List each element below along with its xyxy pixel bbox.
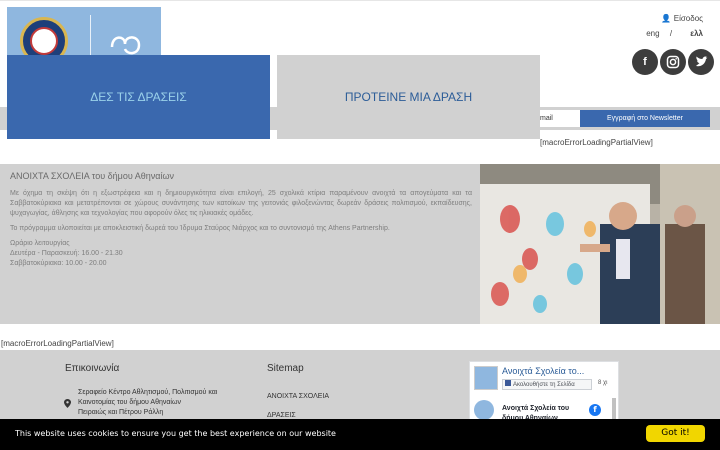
cookie-accept-button[interactable]: Got it! xyxy=(646,425,705,442)
intro-paragraph-2: Το πρόγραμμα υλοποιείται με αποκλειστική… xyxy=(10,225,390,232)
facebook-icon[interactable]: f xyxy=(632,49,658,75)
login-label: Είσοδος xyxy=(673,14,703,23)
fb-follow-button[interactable]: Ακολουθήστε τη Σελίδα xyxy=(502,379,592,390)
hours-title: Ωράριο λειτουργίας xyxy=(10,240,70,247)
cookie-banner: This website uses cookies to ensure you … xyxy=(0,419,720,450)
lang-eng-link[interactable]: eng xyxy=(646,29,659,38)
user-area: 👤 Είσοδος eng / ελλ xyxy=(646,14,703,38)
facebook-page-widget[interactable]: Ανοιχτά Σχολεία το... Ακολουθήστε τη Σελ… xyxy=(469,361,619,425)
twitter-icon[interactable] xyxy=(688,49,714,75)
macro-error-text-2: [macroErrorLoadingPartialView] xyxy=(1,339,114,348)
address: Σεραφείο Κέντρο Αθλητισμού, Πολιτισμού κ… xyxy=(78,388,217,418)
hero-photo xyxy=(480,164,720,324)
sitemap-title: Sitemap xyxy=(267,363,304,374)
instagram-icon[interactable] xyxy=(660,49,686,75)
fb-small-icon xyxy=(505,380,511,386)
login-link[interactable]: 👤 Είσοδος xyxy=(646,14,703,23)
address-line: Σεραφείο Κέντρο Αθλητισμού, Πολιτισμού κ… xyxy=(78,389,218,396)
intro-paragraph-1: Με όχημα τη σκέψη ότι η εξωστρέφεια και … xyxy=(10,190,472,217)
hours-weekdays: Δευτέρα - Παρασκευή: 16.00 - 21.30 xyxy=(10,250,123,257)
instagram-glyph-icon xyxy=(666,55,680,69)
top-border xyxy=(0,0,720,1)
lang-separator: / xyxy=(669,29,673,38)
fb-page-avatar xyxy=(474,366,498,390)
cookie-message: This website uses cookies to ensure you … xyxy=(15,429,336,438)
language-switcher: eng / ελλ xyxy=(646,29,703,38)
address-line: Πειραιώς και Πέτρου Ράλλη xyxy=(78,409,164,416)
intro-section: ΑΝΟΙΧΤΑ ΣΧΟΛΕΙΑ του δήμου Αθηναίων Με όχ… xyxy=(0,164,480,324)
macro-error-text: [macroErrorLoadingPartialView] xyxy=(540,138,653,147)
fb-follow-label: Ακολουθήστε τη Σελίδα xyxy=(513,382,575,388)
user-icon: 👤 xyxy=(661,14,672,23)
facebook-logo-icon: f xyxy=(589,404,601,416)
map-marker-icon xyxy=(64,399,71,408)
propose-action-button[interactable]: ΠΡΟΤΕΙΝΕ ΜΙΑ ΔΡΑΣΗ xyxy=(277,55,540,139)
address-line: Καινοτομίας του δήμου Αθηναίων xyxy=(78,399,181,406)
see-actions-button[interactable]: ΔΕΣ ΤΙΣ ΔΡΑΣΕΙΣ xyxy=(7,55,270,139)
fb-page-name[interactable]: Ανοιχτά Σχολεία το... xyxy=(502,366,584,376)
fb-post-author: Ανοιχτά Σχολεία του xyxy=(502,405,570,412)
hours-weekend: Σαββατοκύριακα: 10.00 - 20.00 xyxy=(10,260,107,267)
intro-title: ΑΝΟΙΧΤΑ ΣΧΟΛΕΙΑ του δήμου Αθηναίων xyxy=(10,171,174,181)
seal-inner-icon xyxy=(30,27,58,55)
twitter-glyph-icon xyxy=(696,56,708,67)
sitemap-link-open-schools[interactable]: ΑΝΟΙΧΤΑ ΣΧΟΛΕΙΑ xyxy=(267,392,329,402)
fb-follower-count: 8 χι xyxy=(598,380,608,386)
lang-ell-link[interactable]: ελλ xyxy=(690,29,703,38)
newsletter-email-input[interactable]: mail xyxy=(536,110,580,127)
fb-post-avatar xyxy=(474,400,494,420)
contact-title: Επικοινωνία xyxy=(65,363,120,374)
newsletter-subscribe-button[interactable]: Εγγραφή στο Newsletter xyxy=(580,110,710,127)
hero-photo-image xyxy=(480,164,720,324)
